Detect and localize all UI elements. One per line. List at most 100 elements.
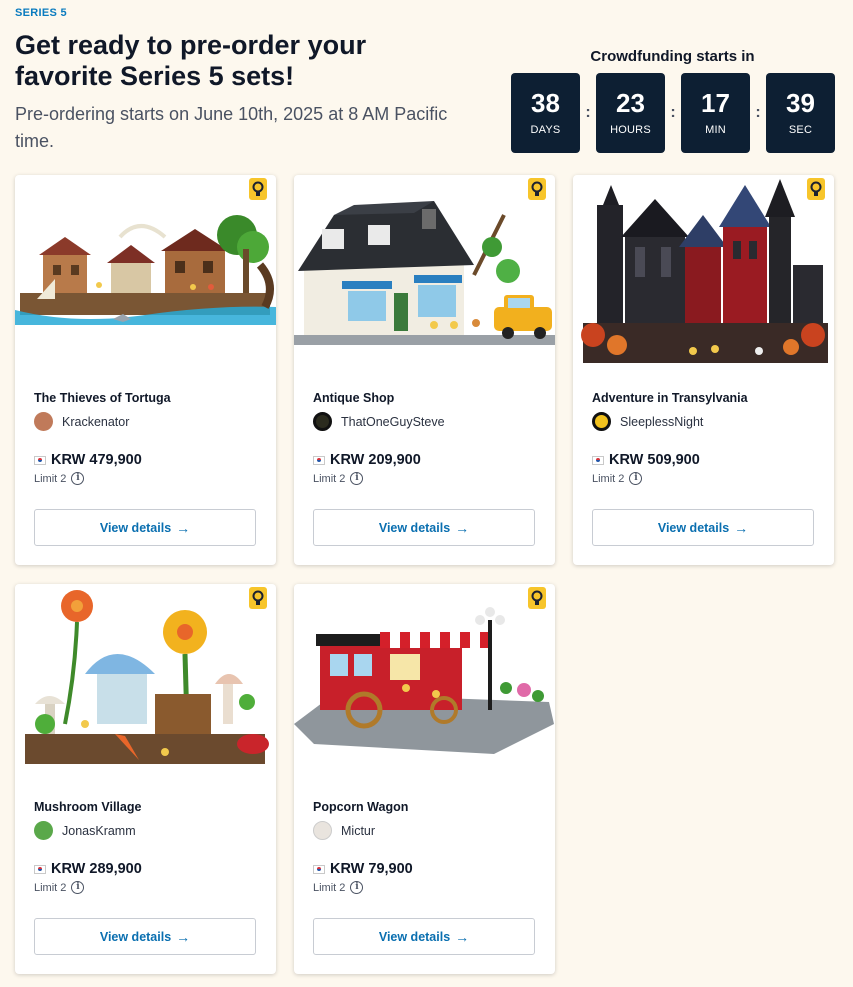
creator-avatar [34, 821, 53, 840]
limit-row: Limit 2 i [34, 881, 85, 894]
view-details-label: View details [99, 520, 172, 535]
korea-flag-icon [34, 455, 46, 465]
page-subline: Pre-ordering starts on June 10th, 2025 a… [15, 104, 448, 151]
countdown-value: 39 [786, 88, 815, 118]
countdown-separator: : [670, 104, 676, 121]
arrow-right-icon: → [455, 928, 470, 945]
view-details-label: View details [378, 929, 451, 944]
arrow-right-icon: → [176, 928, 191, 945]
price-row: KRW 209,900 [313, 452, 421, 468]
product-card[interactable]: Adventure in Transylvania SleeplessNight… [573, 175, 834, 565]
info-icon[interactable]: i [350, 472, 364, 485]
purchase-limit: Limit 2 [313, 472, 346, 485]
product-name[interactable]: The Thieves of Tortuga [34, 391, 171, 405]
limit-row: Limit 2 i [592, 472, 643, 485]
countdown-value: 17 [701, 88, 730, 118]
price-row: KRW 479,900 [34, 452, 142, 468]
view-details-label: View details [657, 520, 730, 535]
product-price: KRW 79,900 [330, 861, 413, 877]
view-details-button[interactable]: View details → [34, 918, 256, 955]
korea-flag-icon [34, 864, 46, 874]
arrow-right-icon: → [176, 519, 191, 536]
countdown-days: 38 DAYS [511, 73, 580, 153]
korea-flag-icon [313, 455, 325, 465]
korea-flag-icon [313, 864, 325, 874]
arrow-right-icon: → [734, 519, 749, 536]
product-card[interactable]: The Thieves of Tortuga Krackenator KRW 4… [15, 175, 276, 565]
countdown-timer: 38 DAYS : 23 HOURS : 17 MIN : 39 SEC [511, 73, 835, 153]
product-price: KRW 289,900 [51, 861, 142, 877]
price-row: KRW 509,900 [592, 452, 700, 468]
info-icon[interactable]: i [350, 881, 364, 894]
designer-badge-icon [528, 587, 546, 609]
countdown-separator: : [585, 104, 591, 121]
creator-avatar [34, 412, 53, 431]
creator-row[interactable]: Mictur [313, 821, 375, 840]
creator-row[interactable]: ThatOneGuySteve [313, 412, 445, 431]
countdown-value: 38 [531, 88, 560, 118]
creator-name[interactable]: JonasKramm [62, 824, 136, 838]
limit-row: Limit 2 i [313, 472, 364, 485]
countdown-unit: MIN [705, 124, 726, 136]
price-row: KRW 79,900 [313, 861, 413, 877]
castle-image[interactable] [573, 175, 834, 370]
purchase-limit: Limit 2 [313, 881, 346, 894]
arrow-right-icon: → [455, 519, 470, 536]
product-price: KRW 209,900 [330, 452, 421, 468]
info-icon[interactable]: i [71, 881, 85, 894]
product-price: KRW 509,900 [609, 452, 700, 468]
product-card[interactable]: Antique Shop ThatOneGuySteve KRW 209,900… [294, 175, 555, 565]
info-icon[interactable]: i [629, 472, 643, 485]
limit-row: Limit 2 i [34, 472, 85, 485]
view-details-label: View details [99, 929, 172, 944]
popcorn-wagon-image[interactable] [294, 584, 555, 779]
series-eyebrow: SERIES 5 [15, 7, 67, 19]
product-price: KRW 479,900 [51, 452, 142, 468]
countdown-seconds: 39 SEC [766, 73, 835, 153]
designer-badge-icon [807, 178, 825, 200]
antique-shop-image[interactable] [294, 175, 555, 370]
view-details-button[interactable]: View details → [34, 509, 256, 546]
limit-row: Limit 2 i [313, 881, 364, 894]
pirate-port-image[interactable] [15, 175, 276, 370]
designer-badge-icon [528, 178, 546, 200]
designer-badge-icon [249, 178, 267, 200]
creator-row[interactable]: SleeplessNight [592, 412, 703, 431]
countdown-minutes: 17 MIN [681, 73, 750, 153]
designer-badge-icon [249, 587, 267, 609]
mushroom-village-image[interactable] [15, 584, 276, 779]
view-details-button[interactable]: View details → [313, 509, 535, 546]
creator-name[interactable]: Krackenator [62, 415, 129, 429]
countdown-value: 23 [616, 88, 645, 118]
product-card[interactable]: Mushroom Village JonasKramm KRW 289,900 … [15, 584, 276, 974]
product-name[interactable]: Mushroom Village [34, 800, 141, 814]
countdown-separator: : [755, 104, 761, 121]
view-details-button[interactable]: View details → [313, 918, 535, 955]
view-details-button[interactable]: View details → [592, 509, 814, 546]
creator-row[interactable]: JonasKramm [34, 821, 136, 840]
info-icon[interactable]: i [71, 472, 85, 485]
purchase-limit: Limit 2 [34, 472, 67, 485]
product-name[interactable]: Adventure in Transylvania [592, 391, 748, 405]
product-name[interactable]: Popcorn Wagon [313, 800, 408, 814]
page-headline: Get ready to pre-order your favorite Ser… [15, 30, 367, 91]
countdown-title: Crowdfunding starts in [590, 48, 755, 65]
product-card[interactable]: Popcorn Wagon Mictur KRW 79,900 Limit 2 … [294, 584, 555, 974]
creator-row[interactable]: Krackenator [34, 412, 129, 431]
countdown-unit: HOURS [610, 124, 651, 136]
countdown-hours: 23 HOURS [596, 73, 665, 153]
korea-flag-icon [592, 455, 604, 465]
view-details-label: View details [378, 520, 451, 535]
creator-avatar [313, 412, 332, 431]
countdown-unit: SEC [788, 124, 813, 136]
creator-avatar [592, 412, 611, 431]
creator-name[interactable]: ThatOneGuySteve [341, 415, 445, 429]
purchase-limit: Limit 2 [34, 881, 67, 894]
creator-name[interactable]: SleeplessNight [620, 415, 703, 429]
price-row: KRW 289,900 [34, 861, 142, 877]
creator-name[interactable]: Mictur [341, 824, 375, 838]
creator-avatar [313, 821, 332, 840]
product-name[interactable]: Antique Shop [313, 391, 394, 405]
purchase-limit: Limit 2 [592, 472, 625, 485]
countdown-unit: DAYS [530, 124, 561, 136]
